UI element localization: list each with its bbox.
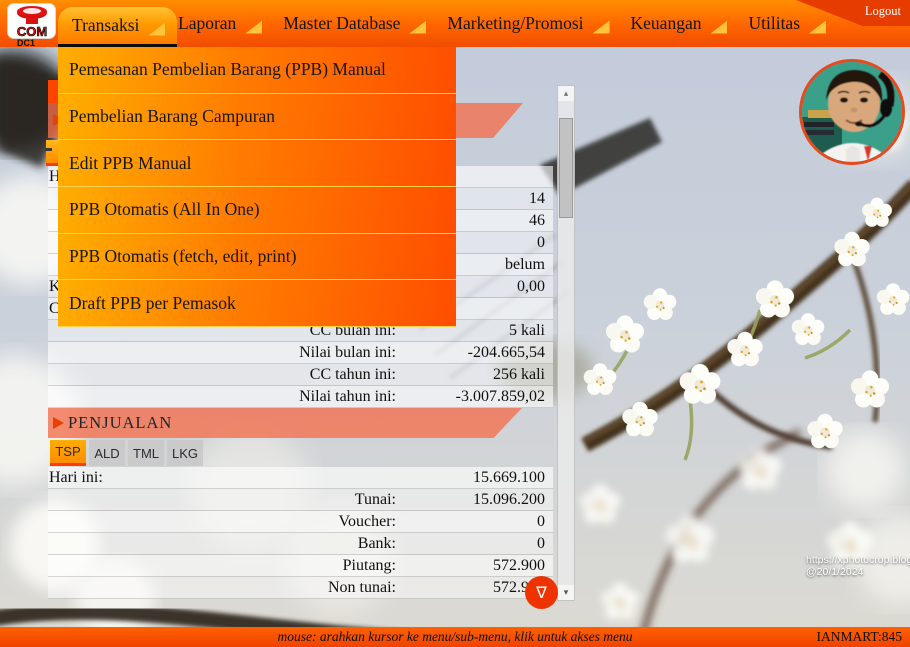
logout-label: Logout [865, 4, 901, 19]
menu-item-draft-ppb[interactable]: Draft PPB per Pemasok [58, 280, 456, 327]
triangle-icon [245, 21, 262, 34]
row-value: 256 kali [493, 364, 545, 385]
triangle-icon [593, 21, 610, 34]
scrollbar-thumb[interactable] [559, 118, 573, 218]
row-value: 0 [537, 511, 545, 532]
menu-item-ppb-otomatis-fetch[interactable]: PPB Otomatis (fetch, edit, print) [58, 234, 456, 281]
section-title: PENJUALAN [68, 413, 172, 433]
tab-ald[interactable]: ALD [89, 440, 125, 466]
row-value: 0 [537, 232, 545, 253]
table-row: CC tahun ini: 256 kali [48, 364, 553, 386]
table-row: Nilai bulan ini: -204.665,54 [48, 342, 553, 364]
scroll-down-icon[interactable]: ▾ [558, 585, 574, 600]
tab-keuangan[interactable]: Keuangan [631, 13, 728, 34]
status-store-id: IANMART:845 [816, 629, 902, 645]
tab-tml[interactable]: TML [128, 440, 164, 466]
transaksi-dropdown-menu: Pemesanan Pembelian Barang (PPB) Manual … [58, 47, 456, 327]
tab-laporan[interactable]: Laporan [178, 13, 262, 34]
play-icon [53, 417, 64, 429]
tab-transaksi[interactable]: Transaksi [58, 7, 177, 47]
store-tabs: TSP ALD TML LKG [50, 440, 203, 466]
row-label: Nilai tahun ini: [299, 386, 396, 407]
row-label: Bank: [358, 533, 396, 554]
table-row: Nilai tahun ini: -3.007.859,02 [48, 386, 553, 408]
status-hint: mouse: arahkan kursor ke menu/sub-menu, … [0, 629, 910, 645]
row-value: 15.669.100 [473, 467, 545, 488]
penjualan-table: Hari ini: 15.669.100 Tunai: 15.096.200 Vou… [48, 467, 553, 599]
row-value: 46 [529, 210, 545, 231]
row-value: -3.007.859,02 [456, 386, 545, 407]
row-value: 0 [537, 533, 545, 554]
triangle-icon [710, 21, 727, 34]
status-bar: mouse: arahkan kursor ke menu/sub-menu, … [0, 627, 910, 647]
avatar-photo [802, 62, 902, 162]
triangle-icon [409, 21, 426, 34]
section-banner-penjualan: PENJUALAN [48, 408, 522, 438]
row-value: 572.900 [493, 555, 545, 576]
logo-text: COM [17, 24, 47, 39]
watermark: https://xphotocrop.blogspo @20/1/2024 [806, 554, 910, 578]
row-value: -204.665,54 [468, 342, 545, 363]
menu-label: Transaksi [72, 15, 139, 36]
table-row: Piutang: 572.900 [48, 555, 553, 577]
menu-bar: COM DC1 Transaksi Laporan Master Databas… [0, 0, 910, 47]
table-row: Non tunai:572.900 [48, 577, 553, 599]
table-row: Hari ini: 15.669.100 [48, 467, 553, 489]
menu-item-ppb-otomatis-aio[interactable]: PPB Otomatis (All In One) [58, 187, 456, 234]
tab-utilitas[interactable]: Utilitas [748, 13, 826, 34]
table-row: Tunai: 15.096.200 [48, 489, 553, 511]
row-label: Piutang: [343, 555, 396, 576]
table-row: Bank: 0 [48, 533, 553, 555]
tab-tsp[interactable]: TSP [50, 440, 86, 466]
row-label-left: Hari ini: [49, 467, 103, 488]
menu-item-edit-ppb[interactable]: Edit PPB Manual [58, 140, 456, 187]
tab-marketing-promosi[interactable]: Marketing/Promosi [447, 13, 609, 34]
menu-item-pembelian-campuran[interactable]: Pembelian Barang Campuran [58, 94, 456, 141]
triangle-icon [809, 21, 826, 34]
table-row: Voucher: 0 [48, 511, 553, 533]
logo-subtitle: DC1 [17, 38, 35, 48]
menu-item-ppb-manual[interactable]: Pemesanan Pembelian Barang (PPB) Manual [58, 47, 456, 94]
menu-items: Laporan Master Database Marketing/Promos… [178, 0, 826, 47]
tab-lkg[interactable]: LKG [167, 440, 203, 466]
row-label: Voucher: [339, 511, 396, 532]
row-value: 0,00 [517, 276, 545, 297]
expand-button[interactable]: ∇ [525, 576, 558, 609]
app-logo: COM [7, 3, 56, 39]
watermark-date: @20/1/2024 [806, 566, 910, 578]
row-value: 14 [529, 188, 545, 209]
row-label: Tunai: [355, 489, 396, 510]
watermark-url: https://xphotocrop.blogspo [806, 554, 910, 566]
app-window: H 14 46 0 belum K0,00 C CC bulan ini:5 k… [0, 0, 910, 647]
row-label: Non tunai: [328, 577, 396, 598]
row-value: 15.096.200 [473, 489, 545, 510]
triangle-icon [148, 23, 165, 36]
dash-mark [45, 148, 52, 151]
row-value: 5 kali [509, 320, 545, 341]
row-label: Nilai bulan ini: [299, 342, 396, 363]
tab-master-database[interactable]: Master Database [283, 13, 426, 34]
scroll-up-icon[interactable]: ▴ [558, 86, 574, 101]
row-label: CC tahun ini: [310, 364, 396, 385]
avatar [799, 59, 905, 165]
scrollbar[interactable]: ▴ ▾ [557, 85, 575, 601]
row-value: belum [505, 254, 545, 275]
